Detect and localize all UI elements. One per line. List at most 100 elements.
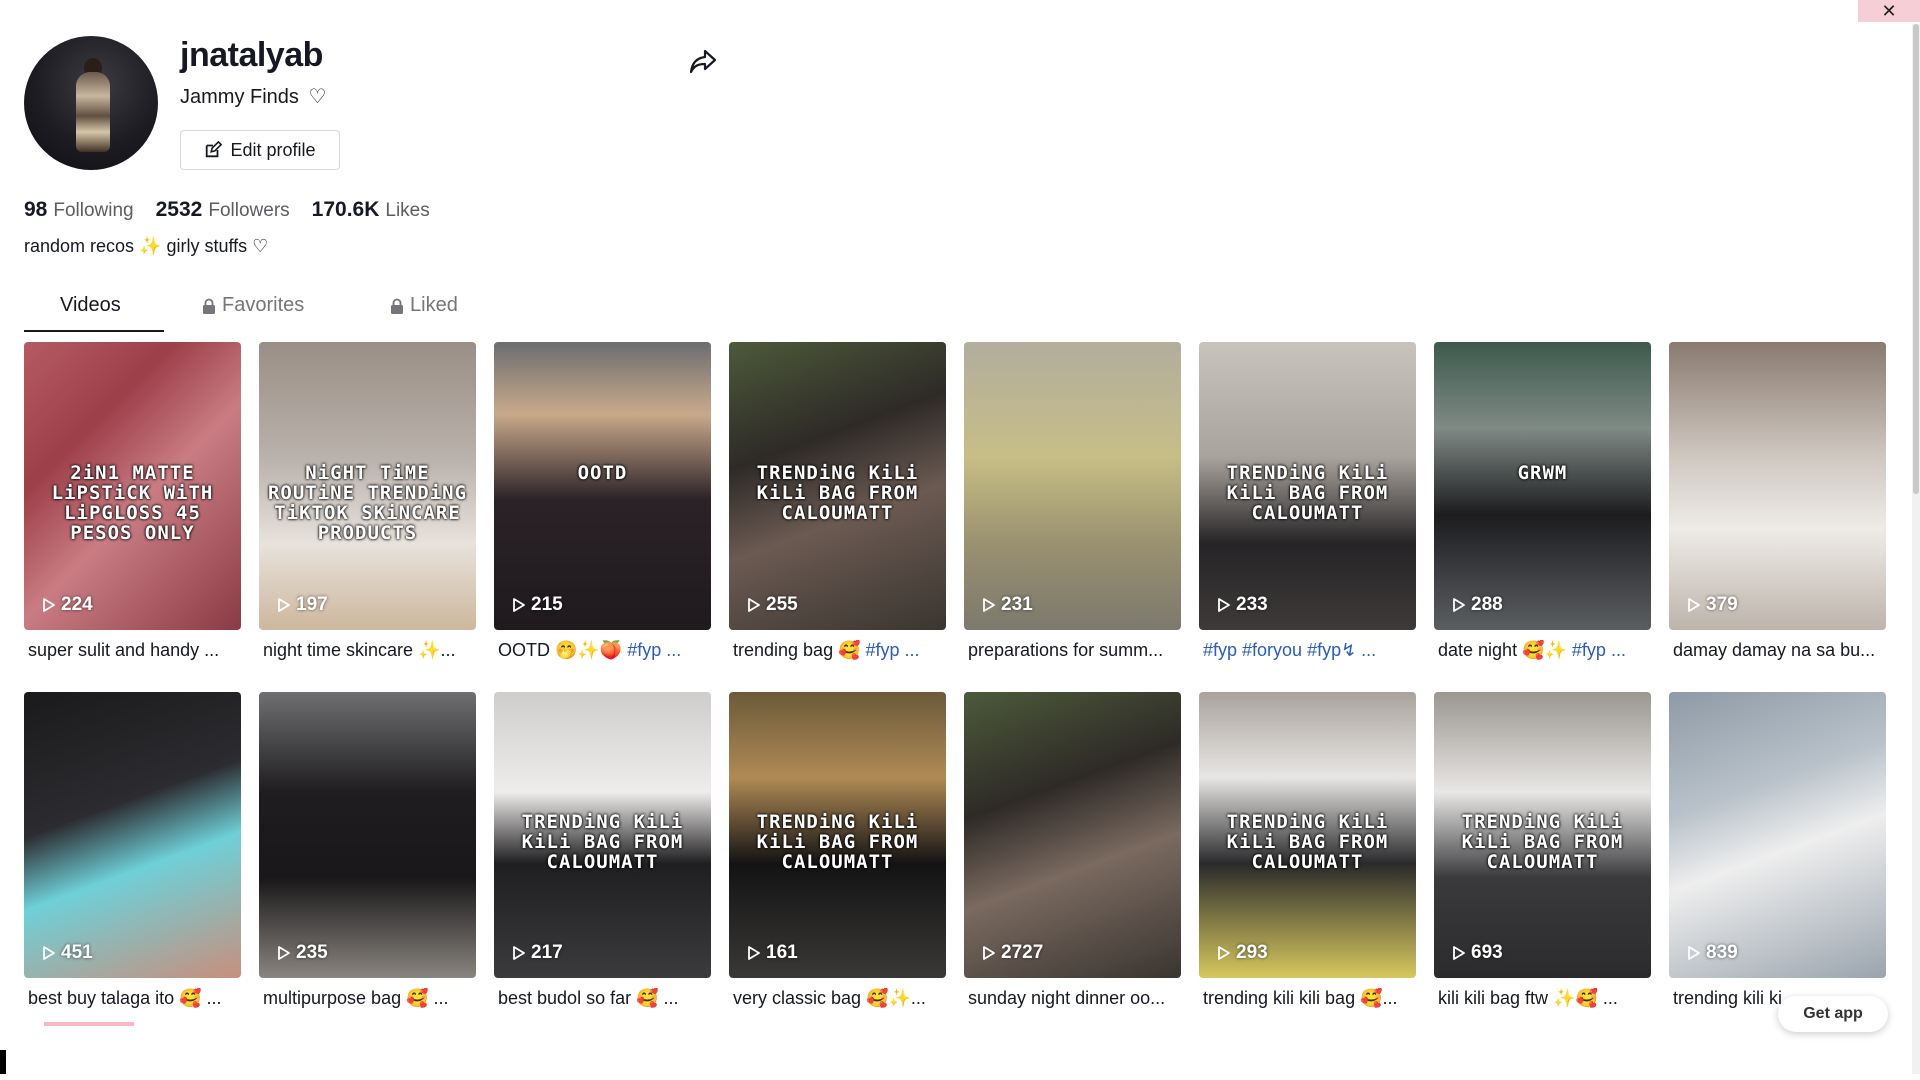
video-thumbnail[interactable]: OOTD 215	[494, 342, 711, 630]
video-caption[interactable]: trending kili kili bag 🥰...	[1199, 988, 1408, 1009]
username: jnatalyab	[180, 36, 323, 74]
get-app-button[interactable]: Get app	[1778, 996, 1888, 1032]
video-card[interactable]: NiGHT TiME ROUTiNE TRENDiNG TiKTOK SKiNC…	[259, 342, 476, 661]
edit-profile-button[interactable]: Edit profile	[180, 130, 340, 170]
play-icon	[1218, 598, 1230, 612]
video-hashtag[interactable]: #fyp ...	[1572, 640, 1626, 660]
video-caption-text: very classic bag 🥰✨...	[733, 988, 926, 1008]
tab-videos-label: Videos	[60, 294, 121, 316]
profile-header: jnatalyab Jammy Finds ♡ Edit profile	[24, 36, 1884, 176]
play-count: 288	[1452, 594, 1503, 616]
video-thumbnail[interactable]: 839	[1669, 692, 1886, 978]
text-cursor	[0, 1050, 6, 1074]
video-caption[interactable]: super sulit and handy ...	[24, 640, 233, 661]
avatar[interactable]	[24, 36, 158, 170]
stat-likes: 170.6K Likes	[312, 198, 430, 222]
video-card[interactable]: 231 preparations for summ...	[964, 342, 1181, 661]
video-caption[interactable]: best buy talaga ito 🥰 ...	[24, 988, 233, 1009]
video-caption-text: preparations for summ...	[968, 640, 1164, 660]
play-icon	[43, 598, 55, 612]
video-card[interactable]: GRWM 288 date night 🥰✨ #fyp ...	[1434, 342, 1651, 661]
video-hashtag[interactable]: #fyp ...	[866, 640, 920, 660]
video-caption-text: sunday night dinner oo...	[968, 988, 1166, 1008]
video-card[interactable]: 2iN1 MATTE LiPSTiCK WiTH LiPGLOSS 45 PES…	[24, 342, 241, 661]
video-card[interactable]: TRENDiNG KiLi KiLi BAG FROM CALOUMATT 293…	[1199, 692, 1416, 1009]
lock-icon	[391, 298, 403, 314]
video-thumbnail[interactable]: 451	[24, 692, 241, 978]
video-caption[interactable]: damay damay na sa bu...	[1669, 640, 1878, 661]
play-count: 231	[982, 594, 1033, 616]
play-count: 161	[747, 942, 798, 964]
video-card[interactable]: 379 damay damay na sa bu...	[1669, 342, 1886, 661]
video-caption[interactable]: preparations for summ...	[964, 640, 1173, 661]
video-overlay-text: TRENDiNG KiLi KiLi BAG FROM CALOUMATT	[756, 811, 919, 874]
tab-favorites[interactable]: Favorites	[202, 294, 304, 317]
video-thumbnail[interactable]: TRENDiNG KiLi KiLi BAG FROM CALOUMATT 693	[1434, 692, 1651, 978]
video-card[interactable]: OOTD 215 OOTD 🤭✨🍑 #fyp ...	[494, 342, 711, 661]
scrollbar-thumb[interactable]	[1913, 24, 1919, 494]
video-card[interactable]: 2727 sunday night dinner oo...	[964, 692, 1181, 1009]
play-count: 839	[1687, 942, 1738, 964]
video-thumbnail[interactable]: GRWM 288	[1434, 342, 1651, 630]
video-thumbnail[interactable]: 379	[1669, 342, 1886, 630]
avatar-figure	[76, 72, 110, 152]
video-overlay-text: TRENDiNG KiLi KiLi BAG FROM CALOUMATT	[1461, 811, 1624, 874]
video-thumbnail[interactable]: TRENDiNG KiLi KiLi BAG FROM CALOUMATT 255	[729, 342, 946, 630]
video-thumbnail[interactable]: TRENDiNG KiLi KiLi BAG FROM CALOUMATT 293	[1199, 692, 1416, 978]
video-caption[interactable]: #fyp #foryou #fyp↯ ...	[1199, 640, 1408, 661]
video-caption[interactable]: night time skincare ✨...	[259, 640, 468, 661]
tab-liked-label: Liked	[410, 294, 458, 316]
video-caption[interactable]: multipurpose bag 🥰 ...	[259, 988, 468, 1009]
play-count-value: 215	[531, 594, 563, 615]
video-caption[interactable]: trending bag 🥰 #fyp ...	[729, 640, 938, 661]
video-card[interactable]: 839 trending kili ki...	[1669, 692, 1886, 1009]
tab-liked[interactable]: Liked	[390, 294, 458, 317]
video-hashtag[interactable]: #fyp #foryou #fyp↯ ...	[1203, 640, 1376, 660]
video-card[interactable]: TRENDiNG KiLi KiLi BAG FROM CALOUMATT 161…	[729, 692, 946, 1009]
video-caption-text: date night 🥰✨	[1438, 640, 1567, 660]
video-thumbnail[interactable]: 231	[964, 342, 1181, 630]
video-card[interactable]: TRENDiNG KiLi KiLi BAG FROM CALOUMATT 693…	[1434, 692, 1651, 1009]
stat-followers[interactable]: 2532 Followers	[156, 198, 290, 222]
play-count-value: 693	[1471, 942, 1503, 963]
bio: random recos ✨ girly stuffs ♡	[24, 236, 269, 256]
play-count: 255	[747, 594, 798, 616]
video-overlay-text: TRENDiNG KiLi KiLi BAG FROM CALOUMATT	[1226, 811, 1389, 874]
video-caption[interactable]: kili kili bag ftw ✨🥰 ...	[1434, 988, 1643, 1009]
edit-profile-label: Edit profile	[230, 139, 316, 160]
stat-following[interactable]: 98 Following	[24, 198, 134, 222]
play-count-value: 255	[766, 594, 798, 615]
play-count-value: 161	[766, 942, 798, 963]
scrollbar[interactable]	[1912, 24, 1920, 1074]
video-caption[interactable]: best budol so far 🥰 ...	[494, 988, 703, 1009]
play-icon	[513, 598, 525, 612]
tab-videos[interactable]: Videos	[60, 294, 121, 317]
video-card[interactable]: 235 multipurpose bag 🥰 ...	[259, 692, 476, 1009]
video-caption[interactable]: date night 🥰✨ #fyp ...	[1434, 640, 1643, 661]
video-hashtag[interactable]: #fyp ...	[627, 640, 681, 660]
video-caption-text: best budol so far 🥰 ...	[498, 988, 679, 1008]
video-thumbnail[interactable]: NiGHT TiME ROUTiNE TRENDiNG TiKTOK SKiNC…	[259, 342, 476, 630]
progress-indicator	[44, 1022, 134, 1026]
play-count: 379	[1687, 594, 1738, 616]
play-icon	[1688, 598, 1700, 612]
video-thumbnail[interactable]: TRENDiNG KiLi KiLi BAG FROM CALOUMATT 233	[1199, 342, 1416, 630]
video-caption-text: trending bag 🥰	[733, 640, 861, 660]
video-thumbnail[interactable]: 2iN1 MATTE LiPSTiCK WiTH LiPGLOSS 45 PES…	[24, 342, 241, 630]
video-caption-text: OOTD 🤭✨🍑	[498, 640, 623, 660]
video-card[interactable]: TRENDiNG KiLi KiLi BAG FROM CALOUMATT 255…	[729, 342, 946, 661]
video-thumbnail[interactable]: 235	[259, 692, 476, 978]
play-count: 197	[277, 594, 328, 616]
video-caption[interactable]: very classic bag 🥰✨...	[729, 988, 938, 1009]
video-caption[interactable]: OOTD 🤭✨🍑 #fyp ...	[494, 640, 703, 661]
video-card[interactable]: 451 best buy talaga ito 🥰 ...	[24, 692, 241, 1009]
video-card[interactable]: TRENDiNG KiLi KiLi BAG FROM CALOUMATT 217…	[494, 692, 711, 1009]
play-count-value: 288	[1471, 594, 1503, 615]
video-caption[interactable]: sunday night dinner oo...	[964, 988, 1173, 1009]
video-thumbnail[interactable]: TRENDiNG KiLi KiLi BAG FROM CALOUMATT 161	[729, 692, 946, 978]
video-thumbnail[interactable]: 2727	[964, 692, 1181, 978]
close-button[interactable]: ✕	[1858, 0, 1920, 22]
video-thumbnail[interactable]: TRENDiNG KiLi KiLi BAG FROM CALOUMATT 217	[494, 692, 711, 978]
video-card[interactable]: TRENDiNG KiLi KiLi BAG FROM CALOUMATT 233…	[1199, 342, 1416, 661]
share-icon[interactable]	[688, 46, 718, 76]
